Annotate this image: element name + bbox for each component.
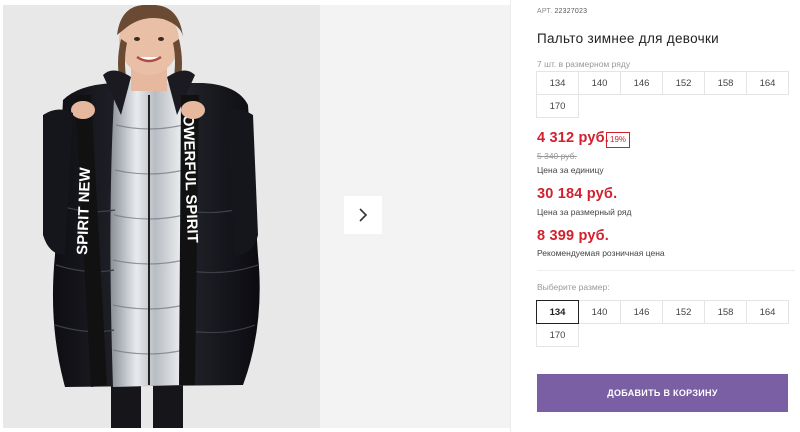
- section-divider: [537, 270, 795, 271]
- old-price: 5 340 руб.: [537, 151, 577, 161]
- column-divider: [510, 0, 511, 432]
- pack-price-caption: Цена за размерный ряд: [537, 207, 632, 217]
- next-photo-button[interactable]: [344, 196, 382, 234]
- add-to-cart-button[interactable]: ДОБАВИТЬ В КОРЗИНУ: [537, 374, 788, 412]
- pack-size: 146: [620, 71, 663, 95]
- article-label: АРТ.: [537, 8, 553, 15]
- coat-print-left: SPIRIT NEW: [74, 166, 94, 255]
- retail-price-caption: Рекомендуемая розничная цена: [537, 248, 665, 258]
- size-selector: 134 140 146 152 158 164 170: [536, 300, 794, 347]
- size-option[interactable]: 164: [746, 300, 789, 324]
- girl-coat-illustration: SPIRIT NEW POWERFUL SPIRIT: [3, 5, 320, 428]
- size-option[interactable]: 152: [662, 300, 705, 324]
- discount-badge: 19%: [606, 132, 631, 148]
- pack-size: 170: [536, 94, 579, 118]
- article-number: АРТ. 22327023: [537, 8, 587, 15]
- article-value: 22327023: [554, 8, 588, 15]
- size-option[interactable]: 140: [578, 300, 621, 324]
- product-gallery: SPIRIT NEW POWERFUL SPIRIT: [0, 0, 510, 432]
- pack-size: 164: [746, 71, 789, 95]
- chevron-right-icon: [359, 208, 368, 222]
- size-option[interactable]: 146: [620, 300, 663, 324]
- pack-size: 134: [536, 71, 579, 95]
- retail-price: 8 399 руб.: [537, 228, 610, 244]
- size-option-selected[interactable]: 134: [536, 300, 579, 324]
- pack-size: 152: [662, 71, 705, 95]
- unit-price-caption: Цена за единицу: [537, 165, 604, 175]
- product-title: Пальто зимнее для девочки: [537, 31, 720, 46]
- choose-size-label: Выберите размер:: [537, 282, 610, 292]
- pack-note: 7 шт. в размерном ряду: [537, 59, 631, 69]
- pack-size: 158: [704, 71, 747, 95]
- pack-price: 30 184 руб.: [537, 186, 618, 202]
- pack-size: 140: [578, 71, 621, 95]
- unit-price: 4 312 руб.: [537, 130, 610, 146]
- pack-size-grid: 134 140 146 152 158 164 170: [536, 71, 794, 118]
- product-photo[interactable]: SPIRIT NEW POWERFUL SPIRIT: [3, 5, 320, 428]
- size-option[interactable]: 158: [704, 300, 747, 324]
- size-option[interactable]: 170: [536, 323, 579, 347]
